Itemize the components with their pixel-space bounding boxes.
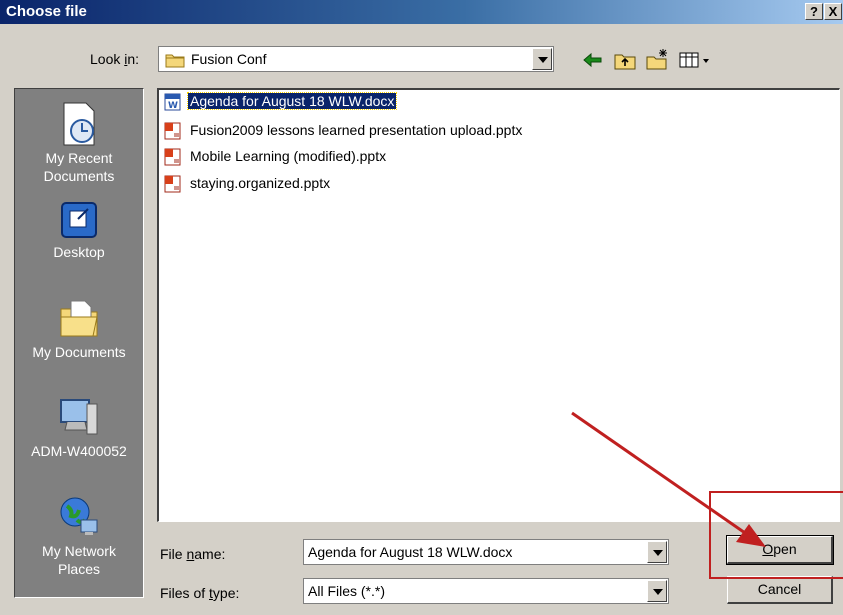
create-new-folder-button[interactable] <box>645 48 669 72</box>
files-of-type-value: All Files (*.*) <box>308 583 386 599</box>
help-button[interactable]: ? <box>805 3 823 20</box>
views-menu-icon <box>679 52 709 68</box>
files-of-type-dropdown-button[interactable] <box>647 580 667 602</box>
cancel-button[interactable]: Cancel <box>727 576 833 604</box>
file-list[interactable]: W Agenda for August 18 WLW.docx Fusion20… <box>157 88 840 522</box>
place-my-computer[interactable]: ADM-W400052 <box>15 394 143 460</box>
look-in-label: Look in: <box>90 51 140 67</box>
files-of-type-dropdown[interactable]: All Files (*.*) <box>303 578 669 604</box>
place-my-network-places[interactable]: My Network Places <box>15 494 143 578</box>
file-name-value: Agenda for August 18 WLW.docx <box>308 544 513 560</box>
file-name: Mobile Learning (modified).pptx <box>190 148 387 164</box>
my-computer-icon <box>60 399 98 435</box>
powerpoint-file-icon <box>163 122 183 143</box>
my-documents-icon <box>60 300 98 337</box>
file-name: staying.organized.pptx <box>190 175 331 191</box>
annotation-highlight-box <box>709 491 843 579</box>
views-menu-button[interactable] <box>678 48 712 72</box>
folder-icon <box>165 52 185 71</box>
places-bar: My Recent Documents Desktop My Documents… <box>14 88 144 598</box>
svg-text:W: W <box>168 101 178 111</box>
place-label: Desktop <box>53 244 105 260</box>
powerpoint-file-icon <box>163 175 183 196</box>
place-label: My Documents <box>32 344 126 360</box>
place-desktop[interactable]: Desktop <box>15 199 143 261</box>
file-name-label: File name: <box>160 546 226 562</box>
desktop-icon <box>61 202 97 238</box>
look-in-value: Fusion Conf <box>191 51 267 67</box>
file-name-input[interactable]: Agenda for August 18 WLW.docx <box>303 539 669 565</box>
file-name: Agenda for August 18 WLW.docx <box>186 92 398 110</box>
file-name: Fusion2009 lessons learned presentation … <box>190 122 523 138</box>
back-arrow-icon <box>583 52 602 68</box>
files-of-type-label: Files of type: <box>160 585 240 601</box>
place-my-recent-documents[interactable]: My Recent Documents <box>15 101 143 185</box>
look-in-dropdown[interactable]: Fusion Conf <box>158 46 554 72</box>
place-my-documents[interactable]: My Documents <box>15 297 143 361</box>
place-label: My Network Places <box>42 543 116 577</box>
up-one-level-button[interactable] <box>613 48 637 72</box>
back-button[interactable] <box>581 48 605 72</box>
place-label: My Recent Documents <box>43 150 115 184</box>
word-document-icon: W <box>163 93 183 114</box>
place-label: ADM-W400052 <box>31 443 127 459</box>
recent-documents-icon <box>63 102 95 146</box>
up-folder-icon <box>614 54 636 70</box>
title-bar: Choose file ? X <box>0 0 843 24</box>
file-name-dropdown-button[interactable] <box>647 541 667 563</box>
window-title: Choose file <box>6 3 87 20</box>
look-in-dropdown-button[interactable] <box>532 48 552 70</box>
new-folder-icon <box>646 49 667 70</box>
close-button[interactable]: X <box>824 3 842 20</box>
network-places-icon <box>60 497 98 535</box>
powerpoint-file-icon <box>163 148 183 169</box>
